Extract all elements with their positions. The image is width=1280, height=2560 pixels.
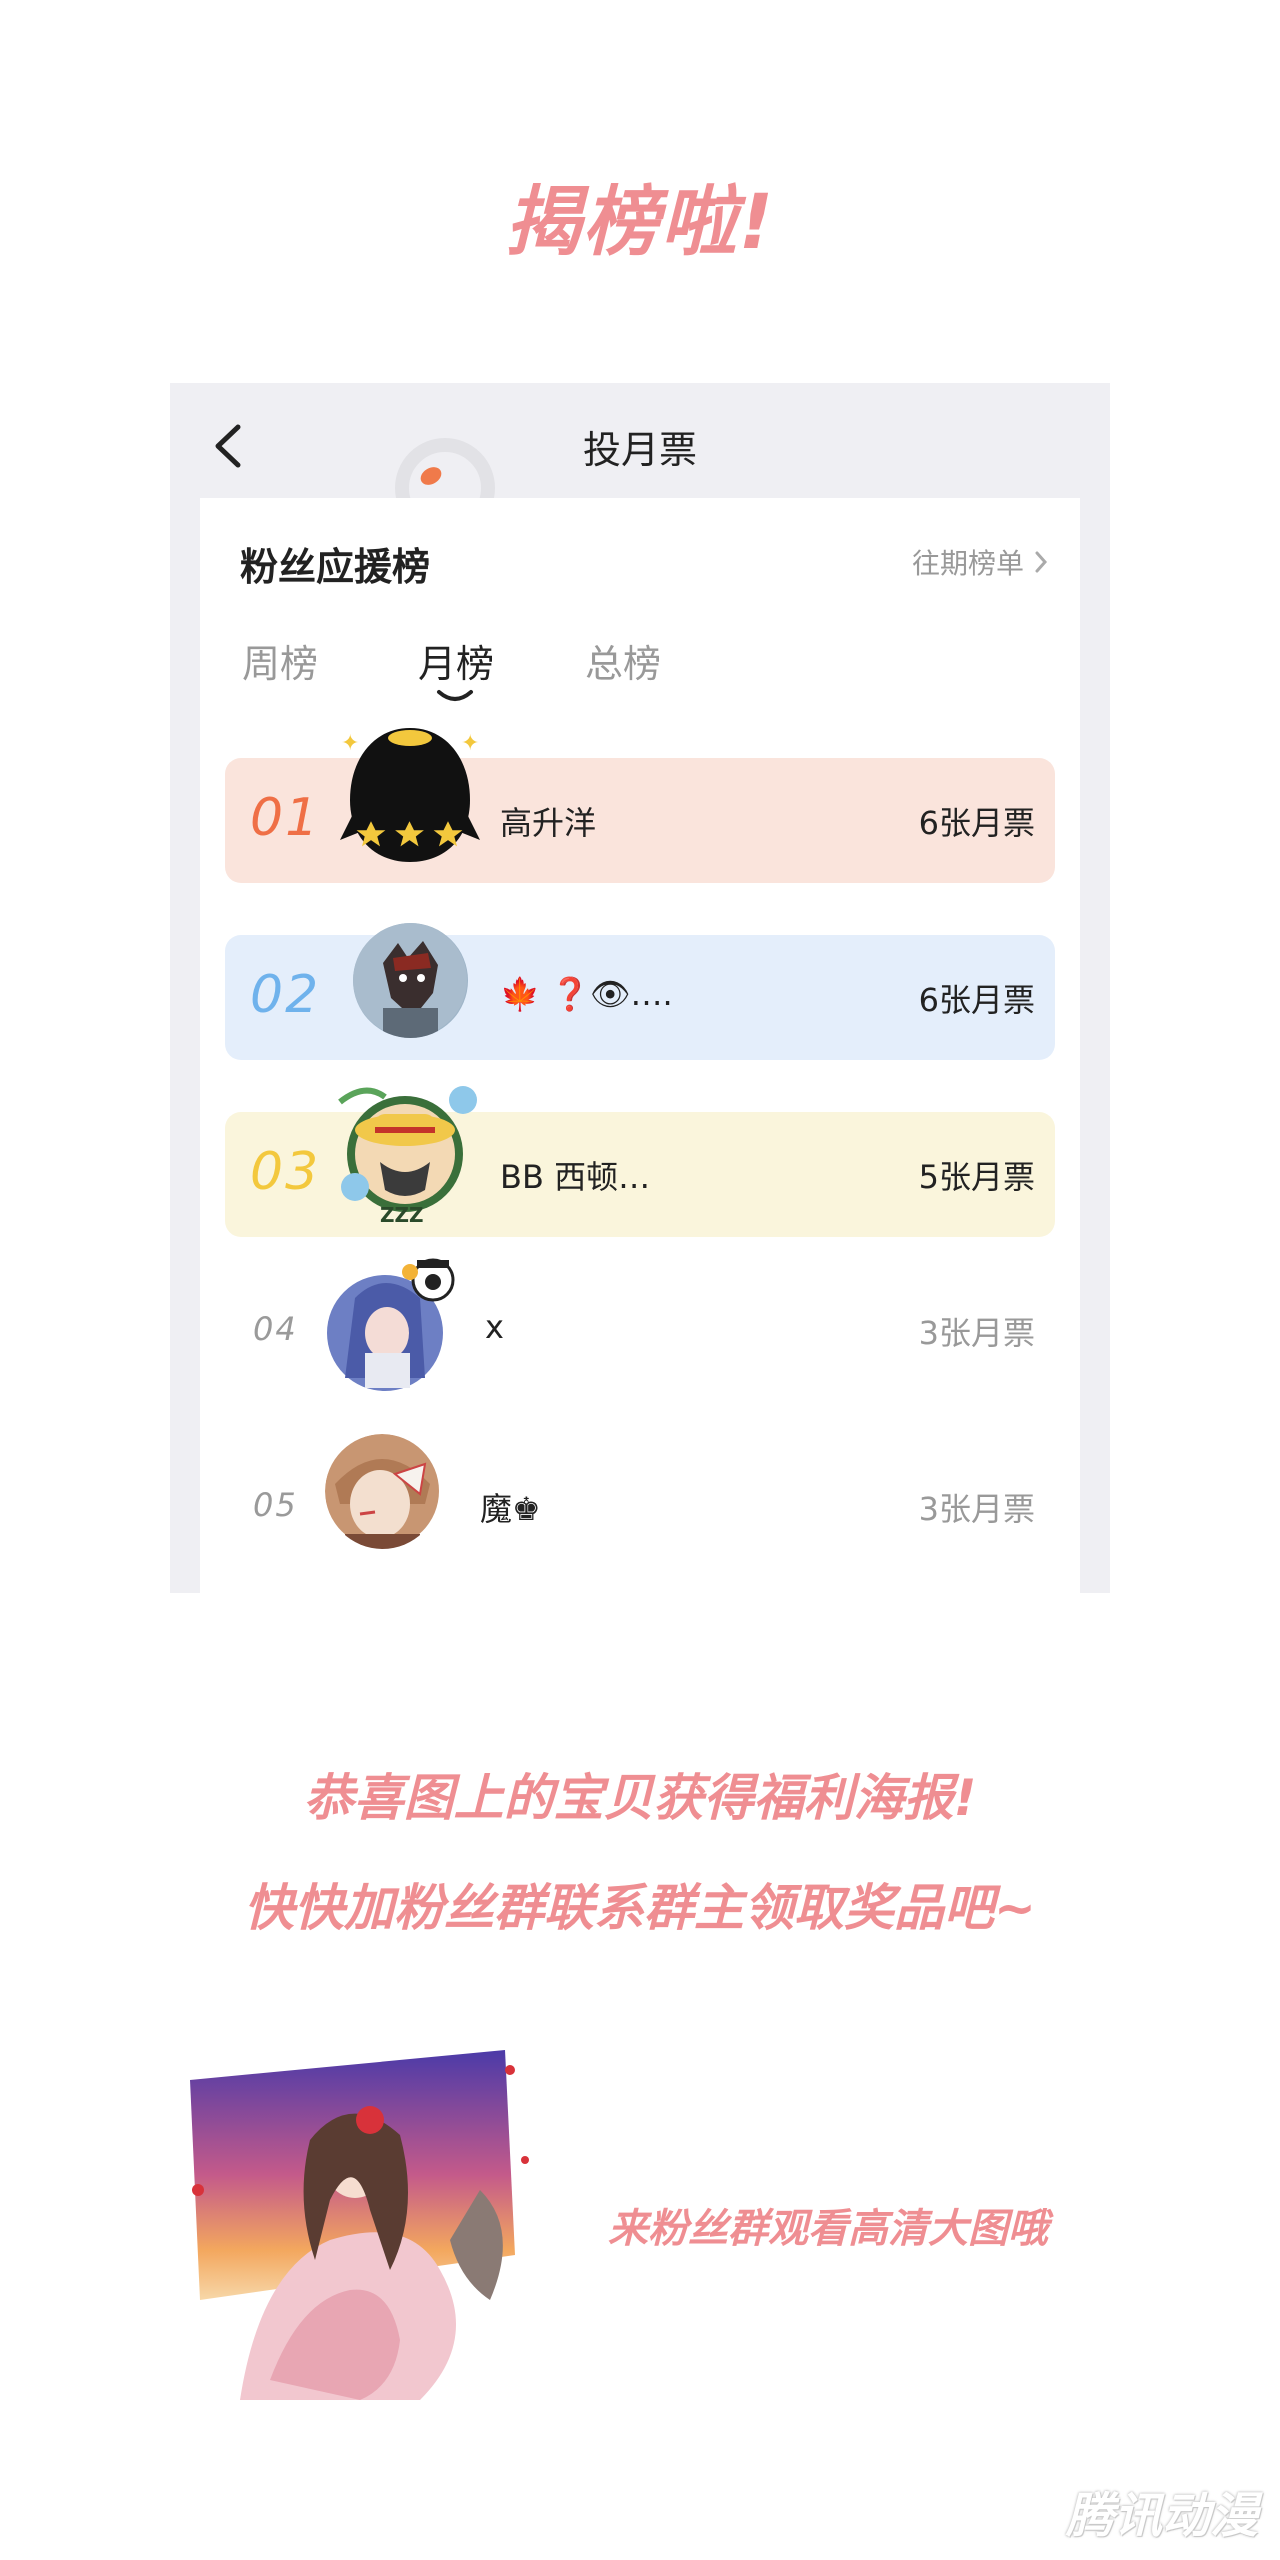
rank-row-5[interactable]: 05 魔♚ 3张月票 [225,1434,1055,1569]
rank-number: 02 [250,965,321,1025]
congrats-line-2: 快快加粉丝群联系群主领取奖品吧~ [244,1879,1036,1937]
rank-row-4[interactable]: 04 x 3张月票 [225,1258,1055,1393]
tab-total[interactable]: 总榜 [585,633,661,688]
avatar [325,1258,465,1398]
fan-name: x [485,1308,504,1346]
vote-count: 3张月票 [918,1490,1035,1528]
poster-caption: 来粉丝群观看高清大图哦 [608,2206,1048,2252]
phone-screenshot: 投月票 粉丝应援榜 往期榜单 周榜 月榜 总榜 01 ✦ ✦ 高升洋 6张月票 … [170,383,1110,1593]
svg-text:✦: ✦ [341,731,359,756]
active-tab-indicator [437,690,473,701]
fan-support-card: 粉丝应援榜 往期榜单 周榜 月榜 总榜 01 ✦ ✦ 高升洋 6张月票 02 🍁… [200,498,1080,1593]
poster-illustration [190,2050,529,2400]
tab-monthly[interactable]: 月榜 [418,633,494,688]
avatar [325,1434,440,1549]
rank-number: 01 [250,788,321,848]
vote-count: 3张月票 [918,1314,1035,1352]
rank-row-2[interactable]: 02 🍁 ❓👁…. 6张月票 [225,923,1055,1060]
fan-name: 高升洋 [500,804,597,842]
rank-number: 05 [253,1486,298,1524]
fan-name: 魔♚ [480,1490,541,1528]
rank-row-3[interactable]: 03 ZZZ BB 西顿… 5张月票 [225,1086,1055,1237]
history-rank-link[interactable]: 往期榜单 [912,542,1048,582]
headline: 揭榜啦! [504,177,776,266]
penguin-avatar-frame-icon: ✦ ✦ [340,728,480,862]
card-title: 粉丝应援榜 [240,545,431,589]
svg-text:ZZZ: ZZZ [380,1203,424,1227]
avatar: ✦ ✦ [335,720,485,870]
watermark-logo: 腾讯动漫 [1065,2488,1258,2544]
rank-row-1[interactable]: 01 ✦ ✦ 高升洋 6张月票 [225,728,1055,883]
nav-title: 投月票 [582,428,697,472]
congrats-line-1: 恭喜图上的宝贝获得福利海报! [303,1769,977,1827]
vote-count: 6张月票 [918,981,1035,1019]
vote-count: 6张月票 [918,804,1035,842]
fan-name: 🍁 ❓👁…. [500,975,673,1013]
fan-name: BB 西顿… [500,1158,651,1196]
tab-weekly[interactable]: 周榜 [242,633,318,688]
chevron-right-icon [1035,551,1048,573]
vote-count: 5张月票 [918,1158,1035,1196]
history-link-label: 往期榜单 [911,547,1024,580]
rank-number: 03 [250,1142,321,1202]
rank-number: 04 [253,1310,298,1348]
avatar: ZZZ [325,1072,485,1232]
avatar [353,923,468,1038]
svg-text:✦: ✦ [461,731,479,756]
